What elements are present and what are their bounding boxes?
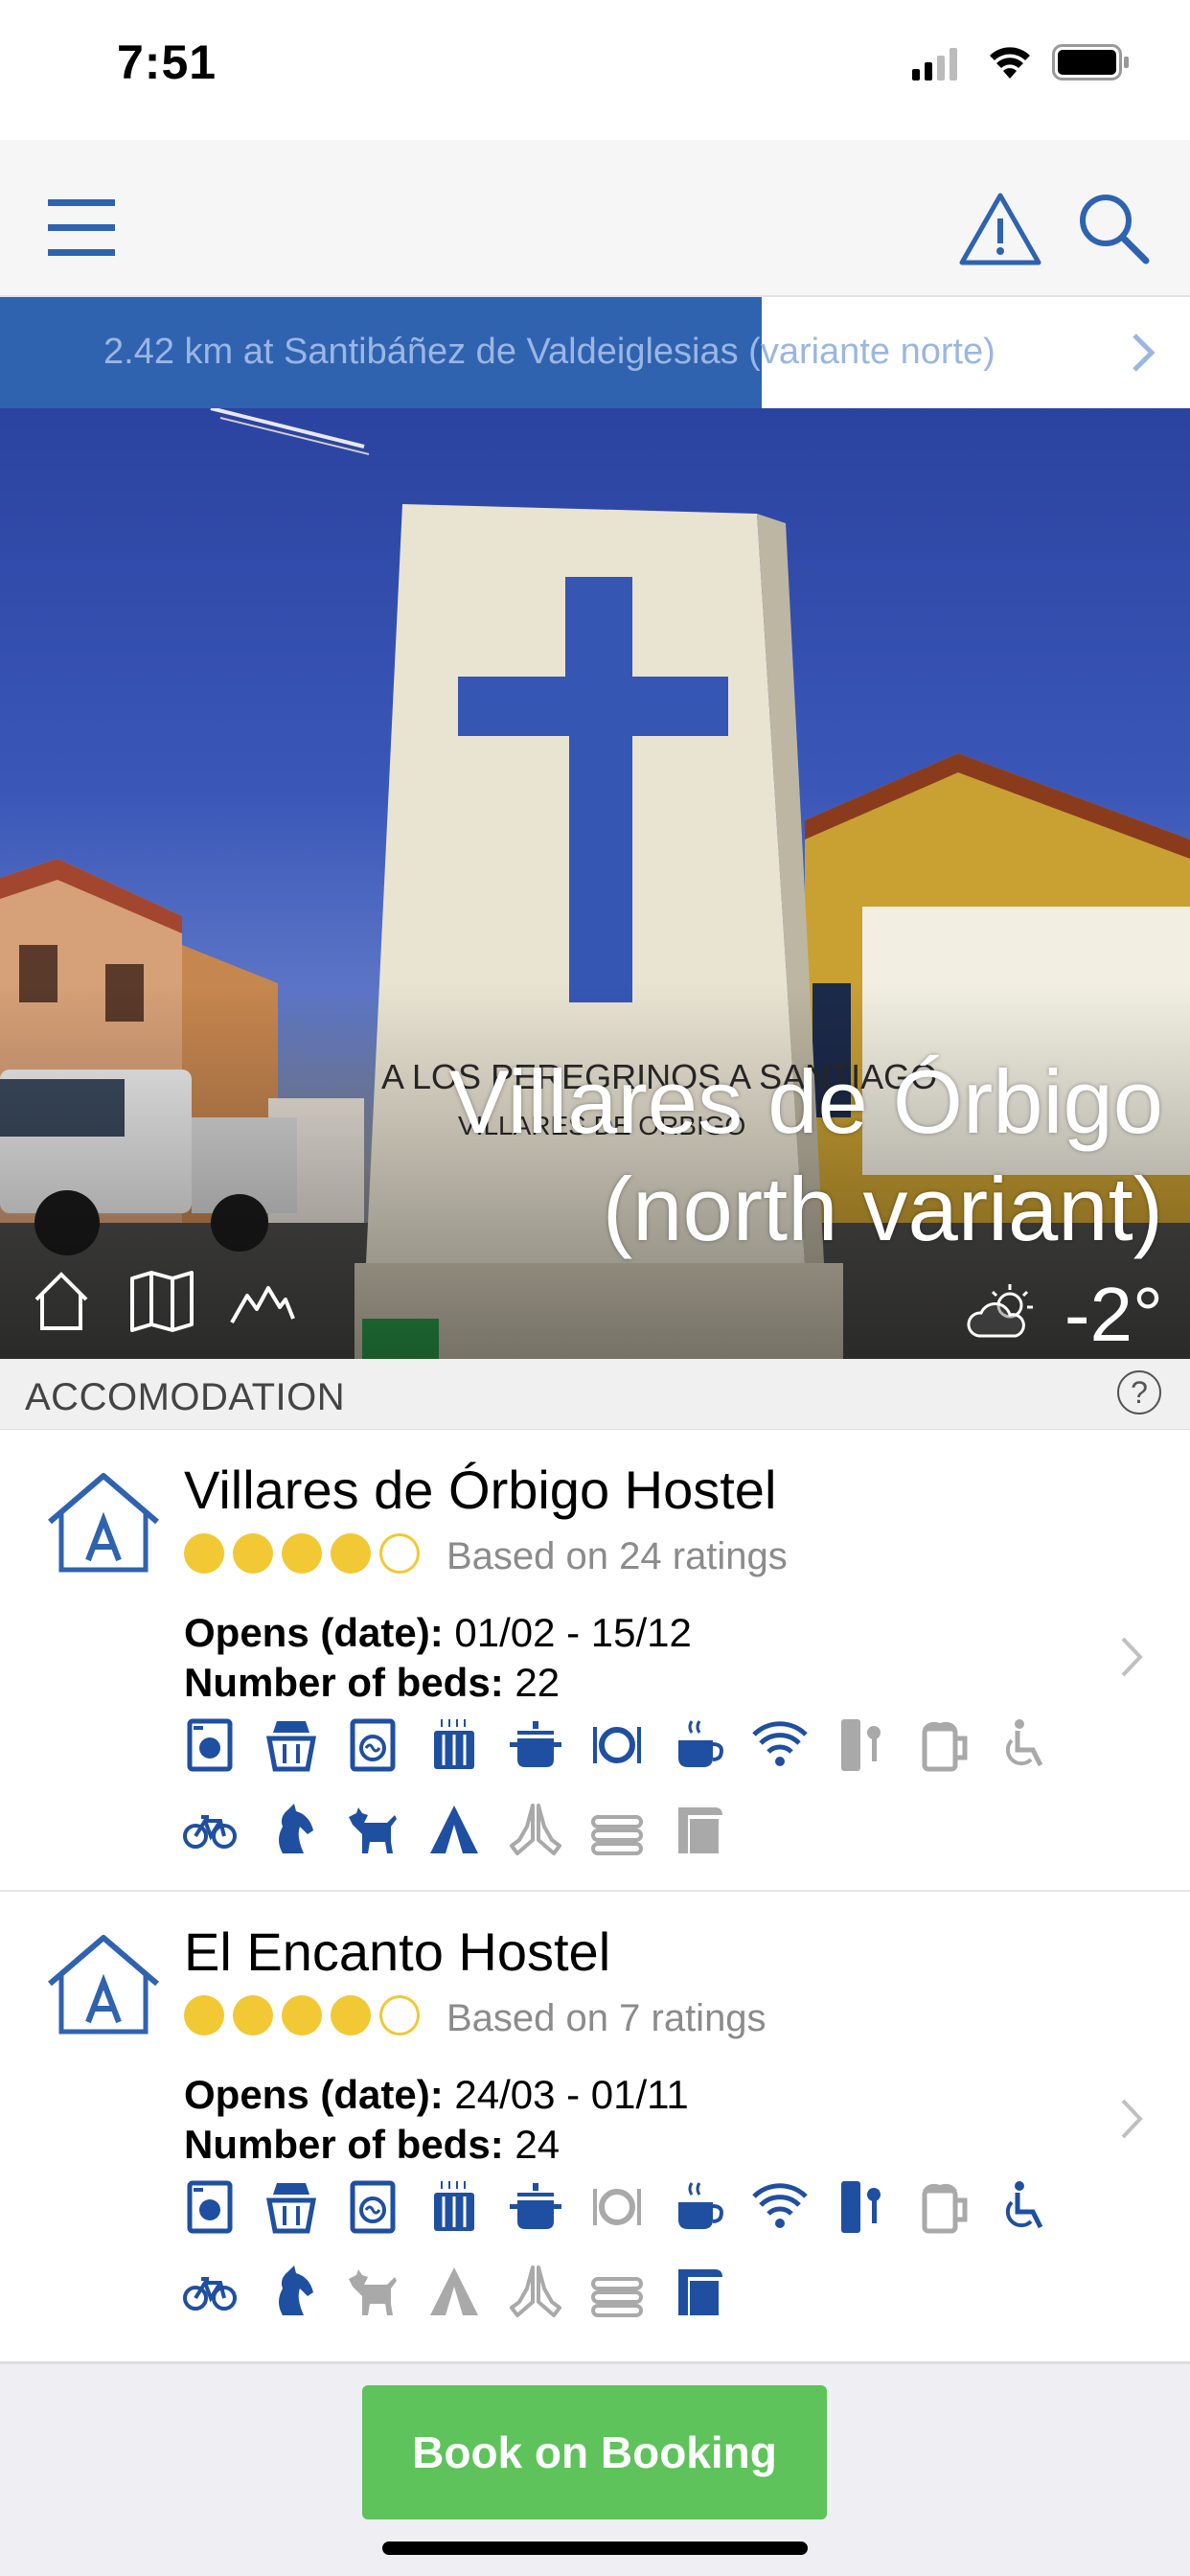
heating-icon (426, 2179, 482, 2235)
elevation-icon[interactable] (230, 1280, 295, 1326)
star-filled-icon (282, 1995, 322, 2036)
town-name: Villares de Órbigo (448, 1051, 1163, 1152)
route-progress-text: 2.42 km at Santibáñez de Valdeiglesias (… (103, 332, 995, 372)
horse-icon (263, 2264, 319, 2319)
opens-date: Opens (date): 24/03 - 01/11 (184, 2072, 689, 2117)
hostel-name: Villares de Órbigo Hostel (184, 1460, 777, 1520)
star-filled-icon (184, 1533, 224, 1574)
status-bar: 7:51 (0, 0, 1190, 140)
cellular-signal-icon (912, 48, 957, 80)
star-filled-icon (233, 1533, 273, 1574)
coffee-icon (671, 1717, 726, 1773)
hostel-name: El Encanto Hostel (184, 1921, 611, 1982)
booking-footer: Book on Booking (0, 2361, 1190, 2576)
temperature: -2° (1064, 1272, 1163, 1357)
wheelchair-icon (996, 1717, 1052, 1773)
book-on-booking-button[interactable]: Book on Booking (362, 2385, 827, 2519)
star-filled-icon (331, 1995, 371, 2036)
cooking-pot-icon (508, 2179, 563, 2235)
chevron-right-icon (1121, 1637, 1143, 1677)
star-filled-icon (184, 1995, 224, 2036)
towels-icon (589, 1802, 645, 1857)
laundry-basket-icon (263, 2179, 319, 2235)
locker-icon (834, 1717, 889, 1773)
tent-icon (426, 2264, 482, 2319)
number-of-beds: Number of beds: 22 (184, 1660, 561, 1705)
town-variant: (north variant) (602, 1159, 1163, 1259)
rating-count: Based on 7 ratings (446, 1997, 767, 2039)
star-filled-icon (331, 1533, 371, 1574)
praying-hands-icon (508, 2264, 563, 2319)
town-hero-image: A LOS PEREGRINOS A SANTIAGO VILLARES DE … (0, 408, 1190, 1359)
dog-icon (345, 2264, 400, 2319)
star-empty-icon (379, 1995, 420, 2036)
hostel-icon (48, 1935, 159, 2035)
services-row (182, 1802, 726, 1857)
bicycle-icon (182, 1802, 238, 1857)
star-filled-icon (282, 1533, 322, 1574)
dryer-icon (345, 1717, 400, 1773)
locker-icon (834, 2179, 889, 2235)
home-indicator (382, 2542, 808, 2555)
home-icon[interactable] (33, 1271, 90, 1332)
heating-icon (426, 1717, 482, 1773)
beer-icon (915, 1717, 971, 1773)
top-nav-bar (0, 140, 1190, 297)
accommodation-card[interactable]: Villares de Órbigo Hostel Based on 24 ra… (0, 1430, 1190, 1890)
partly-cloudy-icon (967, 1284, 1033, 1338)
horse-icon (263, 1802, 319, 1857)
help-icon[interactable]: ? (1117, 1370, 1161, 1414)
route-progress-banner[interactable]: 2.42 km at Santibáñez de Valdeiglesias (… (0, 297, 1190, 408)
meals-icon (589, 1717, 645, 1773)
washer-icon (182, 2179, 238, 2235)
services-row (182, 2179, 1052, 2235)
map-icon[interactable] (128, 1271, 195, 1332)
chevron-right-icon (1121, 2099, 1143, 2139)
beer-icon (915, 2179, 971, 2235)
menu-icon[interactable] (48, 199, 115, 257)
bicycle-icon (182, 2264, 238, 2319)
laundry-basket-icon (263, 1717, 319, 1773)
dryer-icon (345, 2179, 400, 2235)
wifi-status-icon (990, 47, 1030, 79)
dog-icon (345, 1802, 400, 1857)
rating-stars (184, 1533, 420, 1574)
hostel-icon (48, 1473, 159, 1573)
washer-icon (182, 1717, 238, 1773)
wifi-icon (752, 1717, 808, 1773)
rating-stars (184, 1995, 420, 2036)
chevron-right-icon (1133, 334, 1156, 372)
status-time: 7:51 (117, 35, 217, 89)
warning-icon[interactable] (958, 192, 1042, 266)
tent-icon (426, 1802, 482, 1857)
cooking-pot-icon (508, 1717, 563, 1773)
search-icon[interactable] (1077, 192, 1150, 264)
services-row (182, 1717, 1052, 1773)
sheets-icon (671, 2264, 726, 2319)
number-of-beds: Number of beds: 24 (184, 2122, 561, 2167)
sheets-icon (671, 1802, 726, 1857)
star-filled-icon (233, 1995, 273, 2036)
wheelchair-icon (996, 2179, 1052, 2235)
opens-date: Opens (date): 01/02 - 15/12 (184, 1610, 692, 1655)
accommodation-card[interactable]: El Encanto Hostel Based on 7 ratings Ope… (0, 1892, 1190, 2359)
towels-icon (589, 2264, 645, 2319)
coffee-icon (671, 2179, 726, 2235)
praying-hands-icon (508, 1802, 563, 1857)
services-row (182, 2264, 726, 2319)
section-header: ACCOMODATION ? (0, 1359, 1190, 1430)
wifi-icon (752, 2179, 808, 2235)
star-empty-icon (379, 1533, 420, 1574)
rating-count: Based on 24 ratings (446, 1535, 788, 1577)
section-title: ACCOMODATION (25, 1376, 346, 1418)
battery-icon (1052, 44, 1129, 80)
meals-icon (589, 2179, 645, 2235)
